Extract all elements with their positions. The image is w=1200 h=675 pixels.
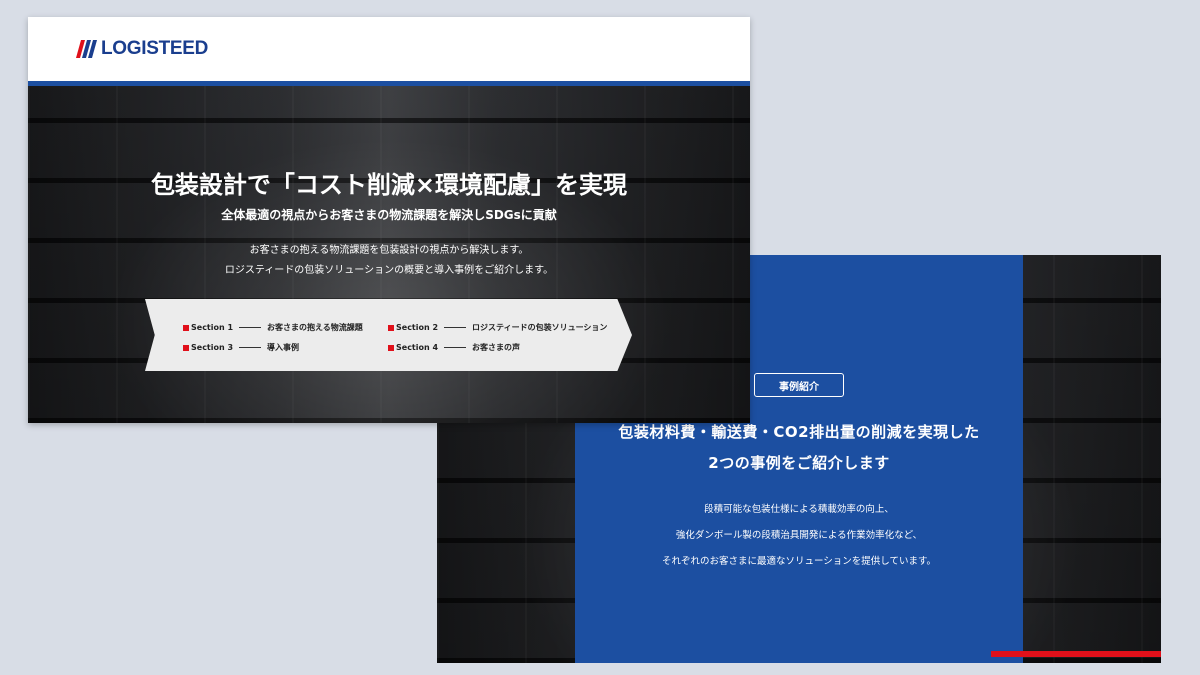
section-title: ロジスティードの包装ソリューション xyxy=(472,323,608,332)
case-study-tag: 事例紹介 xyxy=(754,373,844,397)
red-accent-bar xyxy=(991,651,1161,657)
slide-title: 包装設計で「コスト削減×環境配慮」を実現 xyxy=(150,171,628,199)
case-study-body-line-1: 段積可能な包装仕様による積載効率の向上、 xyxy=(704,504,894,515)
dash-divider xyxy=(444,347,467,348)
dash-divider xyxy=(239,327,262,328)
logo-text: LOGISTEED xyxy=(101,38,209,59)
section-title: お客さまの抱える物流課題 xyxy=(267,323,363,332)
section-label: Section 1 xyxy=(191,323,234,332)
case-study-title-line-1: 包装材料費・輸送費・CO2排出量の削減を実現した xyxy=(618,423,980,441)
case-study-body-line-2: 強化ダンボール製の段積治具開発による作業効率化など、 xyxy=(675,530,923,541)
logisteed-logo: LOGISTEED xyxy=(76,38,208,60)
dash-divider xyxy=(239,347,262,348)
slide-description-line-2: ロジスティードの包装ソリューションの概要と導入事例をご紹介します。 xyxy=(224,265,554,276)
section-item: Section 1 お客さまの抱える物流課題 xyxy=(183,322,363,333)
section-item: Section 3 導入事例 xyxy=(183,342,299,353)
section-index-box: Section 1 お客さまの抱える物流課題 Section 2 ロジスティード… xyxy=(145,299,632,371)
case-study-body-line-3: それぞれのお客さまに最適なソリューションを提供しています。 xyxy=(661,556,937,567)
logo-stripes-icon xyxy=(76,40,97,58)
section-item: Section 2 ロジスティードの包装ソリューション xyxy=(388,322,607,333)
case-study-title-line-2: 2つの事例をご紹介します xyxy=(708,454,890,472)
slide-subtitle: 全体最適の視点からお客さまの物流課題を解決しSDGsに貢献 xyxy=(221,208,557,222)
section-item: Section 4 お客さまの声 xyxy=(388,342,520,353)
section-title: 導入事例 xyxy=(267,343,300,352)
red-square-icon xyxy=(388,324,394,331)
title-slide: LOGISTEED 包装設計で「コスト削減×環境配慮」を実現 全体最適の視点から… xyxy=(28,17,750,423)
dash-divider xyxy=(444,327,467,328)
red-square-icon xyxy=(183,324,189,331)
slide-description-line-1: お客さまの抱える物流課題を包装設計の視点から解決します。 xyxy=(249,245,529,256)
red-square-icon xyxy=(183,344,189,351)
section-label: Section 2 xyxy=(396,323,439,332)
section-label: Section 4 xyxy=(396,343,439,352)
red-square-icon xyxy=(388,344,394,351)
slide-header: LOGISTEED xyxy=(28,17,750,81)
section-label: Section 3 xyxy=(191,343,234,352)
section-title: お客さまの声 xyxy=(472,343,521,352)
